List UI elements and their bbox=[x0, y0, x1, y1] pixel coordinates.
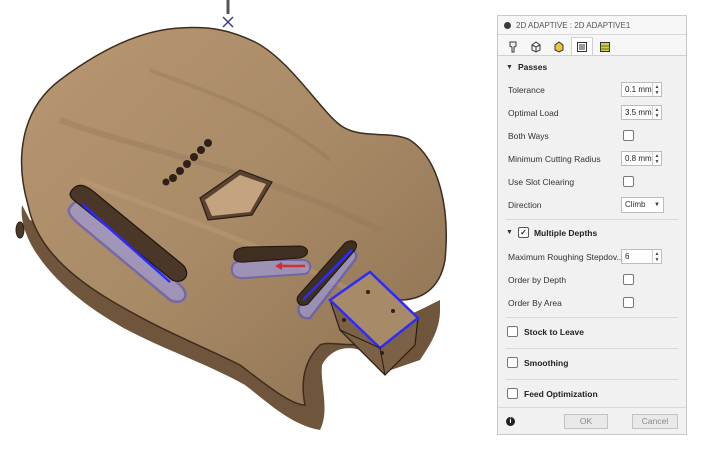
multiple-depths-header[interactable]: ▼ ✓ Multiple Depths bbox=[498, 220, 686, 245]
smoothing-label: Smoothing bbox=[524, 357, 569, 368]
stock-to-leave-label: Stock to Leave bbox=[524, 326, 584, 337]
min-radius-input[interactable]: 0.8 mm ▲ ▼ bbox=[621, 151, 662, 166]
tab-tool[interactable] bbox=[502, 37, 524, 55]
min-radius-row: Minimum Cutting Radius 0.8 mm ▲ ▼ bbox=[498, 147, 686, 170]
feed-optimization-label: Feed Optimization bbox=[524, 388, 598, 399]
ok-button[interactable]: OK bbox=[564, 413, 608, 429]
dropdown-arrow-icon: ▼ bbox=[654, 201, 660, 208]
tolerance-input[interactable]: 0.1 mm ▲ ▼ bbox=[621, 82, 662, 97]
tab-passes[interactable] bbox=[571, 37, 593, 55]
max-stepdown-input[interactable]: 6 ▲ ▼ bbox=[621, 249, 662, 264]
smoothing-checkbox[interactable] bbox=[507, 357, 518, 368]
spinner-arrows-icon[interactable]: ▲ ▼ bbox=[652, 152, 661, 165]
spinner-arrows-icon[interactable]: ▲ ▼ bbox=[652, 83, 661, 96]
slot-clearing-checkbox[interactable] bbox=[623, 176, 634, 187]
tab-geometry[interactable] bbox=[525, 37, 547, 55]
tolerance-value[interactable]: 0.1 mm bbox=[622, 85, 652, 94]
order-by-depth-checkbox[interactable] bbox=[623, 274, 634, 285]
order-by-area-checkbox[interactable] bbox=[623, 297, 634, 308]
tolerance-row: Tolerance 0.1 mm ▲ ▼ bbox=[498, 78, 686, 101]
dialog-titlebar[interactable]: 2D ADAPTIVE : 2D ADAPTIVE1 bbox=[498, 16, 686, 35]
both-ways-label: Both Ways bbox=[508, 130, 549, 141]
feed-optimization-checkbox[interactable] bbox=[507, 388, 518, 399]
operation-dialog: 2D ADAPTIVE : 2D ADAPTIVE1 ▼ Passes Tole… bbox=[497, 15, 687, 435]
passes-section-header[interactable]: ▼ Passes bbox=[498, 56, 686, 78]
spinner-arrows-icon[interactable]: ▲ ▼ bbox=[652, 106, 661, 119]
optimal-load-row: Optimal Load 3.5 mm ▲ ▼ bbox=[498, 101, 686, 124]
order-by-depth-row: Order by Depth bbox=[498, 268, 686, 291]
cancel-button[interactable]: Cancel bbox=[632, 413, 678, 429]
tab-heights[interactable] bbox=[548, 37, 570, 55]
order-by-depth-label: Order by Depth bbox=[508, 274, 567, 285]
expand-triangle-icon: ▼ bbox=[506, 63, 513, 71]
slot-clearing-label: Use Slot Clearing bbox=[508, 176, 575, 187]
multiple-depths-checkbox[interactable]: ✓ bbox=[517, 227, 529, 238]
guitar-body-model[interactable] bbox=[0, 0, 495, 453]
tab-bar bbox=[498, 35, 686, 56]
direction-select[interactable]: Climb ▼ bbox=[621, 196, 664, 213]
stock-to-leave-checkbox[interactable] bbox=[507, 326, 518, 337]
both-ways-checkbox[interactable] bbox=[623, 130, 634, 141]
direction-row: Direction Climb ▼ bbox=[498, 193, 686, 216]
toolpath-middle bbox=[230, 259, 312, 280]
tab-linking[interactable] bbox=[594, 37, 616, 55]
optimal-load-input[interactable]: 3.5 mm ▲ ▼ bbox=[621, 105, 662, 120]
collapse-icon[interactable] bbox=[504, 21, 511, 29]
passes-heading: Passes bbox=[517, 62, 548, 72]
min-radius-value[interactable]: 0.8 mm bbox=[622, 154, 652, 163]
optimal-load-value[interactable]: 3.5 mm bbox=[622, 108, 652, 117]
dialog-footer: i OK Cancel bbox=[498, 407, 686, 434]
heights-icon bbox=[554, 40, 564, 53]
linking-icon bbox=[600, 41, 610, 52]
order-by-area-label: Order By Area bbox=[508, 297, 562, 308]
feed-optimization-group[interactable]: Feed Optimization bbox=[498, 380, 686, 407]
both-ways-row: Both Ways bbox=[498, 124, 686, 147]
dialog-title: 2D ADAPTIVE : 2D ADAPTIVE1 bbox=[516, 20, 631, 30]
order-by-area-row: Order By Area bbox=[498, 291, 686, 314]
slot-clearing-row: Use Slot Clearing bbox=[498, 170, 686, 193]
spinner-arrows-icon[interactable]: ▲ ▼ bbox=[652, 250, 661, 263]
passes-icon bbox=[577, 41, 587, 52]
smoothing-group[interactable]: Smoothing bbox=[498, 349, 686, 376]
3d-viewport[interactable] bbox=[0, 0, 495, 453]
expand-triangle-icon: ▼ bbox=[506, 229, 513, 236]
direction-value: Climb bbox=[625, 200, 646, 209]
geometry-icon bbox=[531, 40, 541, 53]
max-stepdown-value[interactable]: 6 bbox=[622, 252, 652, 261]
tool-icon bbox=[509, 41, 517, 52]
multiple-depths-heading: Multiple Depths bbox=[533, 227, 598, 238]
info-icon[interactable]: i bbox=[506, 416, 515, 426]
max-stepdown-row: Maximum Roughing Stepdov... 6 ▲ ▼ bbox=[498, 245, 686, 268]
stock-to-leave-group[interactable]: Stock to Leave bbox=[498, 318, 686, 345]
